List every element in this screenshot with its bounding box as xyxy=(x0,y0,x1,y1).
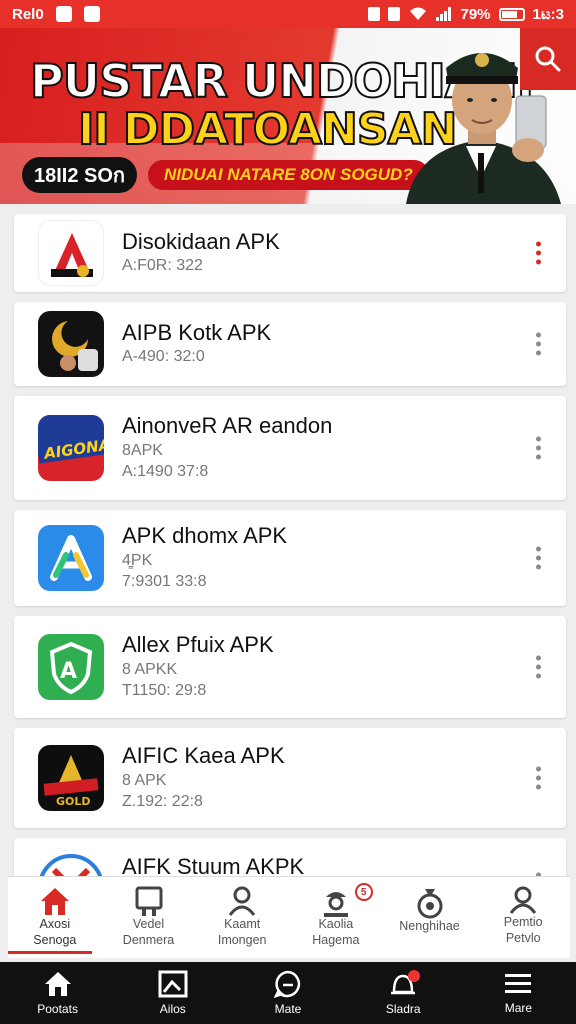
list-item[interactable]: APK dhomx APK 4̳PK 7:9301 33:8 xyxy=(14,510,566,606)
list-item[interactable]: A Allex Pfuix APK 8 APKK T1150: 29:8 xyxy=(14,616,566,718)
chef-icon xyxy=(323,892,348,917)
notification-icon xyxy=(55,6,72,22)
nav-item-more[interactable]: Mare xyxy=(461,962,576,1024)
nav-label: Mate xyxy=(274,1002,302,1016)
battery-icon xyxy=(498,7,525,21)
app-list: Disokidaan APK A:F0R: 322 AIPB Kotk APK … xyxy=(14,214,566,918)
category-label: Vedel Denmera xyxy=(122,917,175,947)
bottom-navigation: Pootats Ailos Mate Sladra Mare xyxy=(0,962,576,1024)
active-tab-indicator xyxy=(8,951,92,954)
category-label: Axosi Senoga xyxy=(33,917,77,947)
more-options-icon[interactable] xyxy=(536,546,542,570)
chat-icon xyxy=(274,970,301,998)
vibrate-icon xyxy=(388,7,401,21)
app-meta: A:F0R: 322 xyxy=(122,257,203,275)
status-bar: Rel0 79% 1ಟ:3 xyxy=(0,0,576,28)
app-logo-icon: GOLD xyxy=(38,745,104,811)
category-tab-4[interactable]: Nenghihae xyxy=(383,877,477,958)
app-name: Allex Pfuix APK xyxy=(122,632,274,658)
app-logo-icon xyxy=(38,220,104,286)
battery-percent: 79% xyxy=(460,5,491,23)
wifi-icon xyxy=(410,7,427,20)
nav-label: Ailos xyxy=(159,1002,186,1016)
more-options-icon[interactable] xyxy=(536,655,542,679)
hamburger-icon xyxy=(505,974,532,993)
nav-item-home[interactable]: Pootats xyxy=(0,962,115,1024)
carrier-label: Rel0 xyxy=(12,5,44,23)
svg-text:A: A xyxy=(60,659,77,684)
nav-item-apps[interactable]: Ailos xyxy=(115,962,230,1024)
nav-label: Pootats xyxy=(37,1002,78,1016)
app-meta: 4̳PK xyxy=(122,551,153,569)
list-item[interactable]: AIGONA AinonveR AR eandon 8APK A:1490 37… xyxy=(14,396,566,500)
image-icon xyxy=(158,970,188,998)
list-item[interactable]: Disokidaan APK A:F0R: 322 xyxy=(14,214,566,292)
app-meta: 8 APK xyxy=(122,771,167,789)
banner-pill-dark: 18II2 SOก xyxy=(22,157,138,193)
category-tab-0[interactable]: Axosi Senoga xyxy=(8,877,102,958)
alarm-icon xyxy=(368,7,381,21)
app-meta: 7:9301 33:8 xyxy=(122,573,207,591)
app-meta: A-490: 32:0 xyxy=(122,348,205,366)
app-meta: A:1490 37:8 xyxy=(122,463,209,481)
app-name: AinonveR AR eandon xyxy=(122,413,333,439)
app-meta: 8 APKK xyxy=(122,660,178,678)
notification-badge: 5 xyxy=(354,883,373,901)
category-label: Pemtio Petvlo xyxy=(503,915,543,945)
app-meta: T1150: 29:8 xyxy=(122,682,207,700)
search-icon xyxy=(535,46,561,72)
mail-icon xyxy=(83,6,100,22)
category-label: Kaamt Imongen xyxy=(217,917,267,947)
app-logo-icon xyxy=(38,311,104,377)
more-options-icon[interactable] xyxy=(536,332,542,356)
tablet-icon xyxy=(135,886,162,916)
nav-badge xyxy=(407,970,420,982)
app-name: Disokidaan APK xyxy=(122,229,280,254)
app-logo-icon: A xyxy=(38,634,104,700)
category-tab-5[interactable]: Pemtio Petvlo xyxy=(476,877,570,958)
nav-item-mate[interactable]: Mate xyxy=(230,962,345,1024)
search-button[interactable] xyxy=(520,28,576,90)
category-bar: Axosi Senoga Vedel Denmera Kaamt Imongen… xyxy=(8,876,570,958)
nav-label: Mare xyxy=(504,1001,533,1015)
banner-pill-red: NIDUAI NATARE 8ON SOGUD? xyxy=(148,160,429,190)
home-icon xyxy=(40,888,69,915)
more-options-icon[interactable] xyxy=(536,241,542,265)
app-name: APK dhomx APK xyxy=(122,523,288,549)
clock: 1ಟ:3 xyxy=(532,5,564,23)
app-meta: Z.192: 22:8 xyxy=(122,793,203,811)
category-tab-3[interactable]: 5 Kaolia Hagema xyxy=(289,877,383,958)
home-icon xyxy=(44,972,71,996)
user-icon xyxy=(509,886,537,914)
category-label: Kaolia Hagema xyxy=(312,917,360,947)
category-tab-1[interactable]: Vedel Denmera xyxy=(102,877,196,958)
svg-text:GOLD: GOLD xyxy=(56,795,91,808)
category-tab-2[interactable]: Kaamt Imongen xyxy=(195,877,289,958)
app-name: AIFIC Kaea APK xyxy=(122,743,285,769)
money-bag-icon xyxy=(417,889,443,919)
signal-icon xyxy=(436,7,452,21)
app-name: AIPB Kotk APK xyxy=(122,320,272,345)
app-meta: 8APK xyxy=(122,441,163,459)
app-logo-icon: AIGONA xyxy=(38,415,104,481)
more-options-icon[interactable] xyxy=(536,436,542,460)
person-icon xyxy=(228,886,256,916)
app-logo-icon xyxy=(38,525,104,591)
list-item[interactable]: AIPB Kotk APK A-490: 32:0 xyxy=(14,302,566,386)
nav-label: Sladra xyxy=(385,1002,421,1016)
nav-item-alerts[interactable]: Sladra xyxy=(346,962,461,1024)
category-label: Nenghihae xyxy=(399,919,460,933)
more-options-icon[interactable] xyxy=(536,766,542,790)
list-item[interactable]: GOLD AIFIC Kaea APK 8 APK Z.192: 22:8 xyxy=(14,728,566,828)
